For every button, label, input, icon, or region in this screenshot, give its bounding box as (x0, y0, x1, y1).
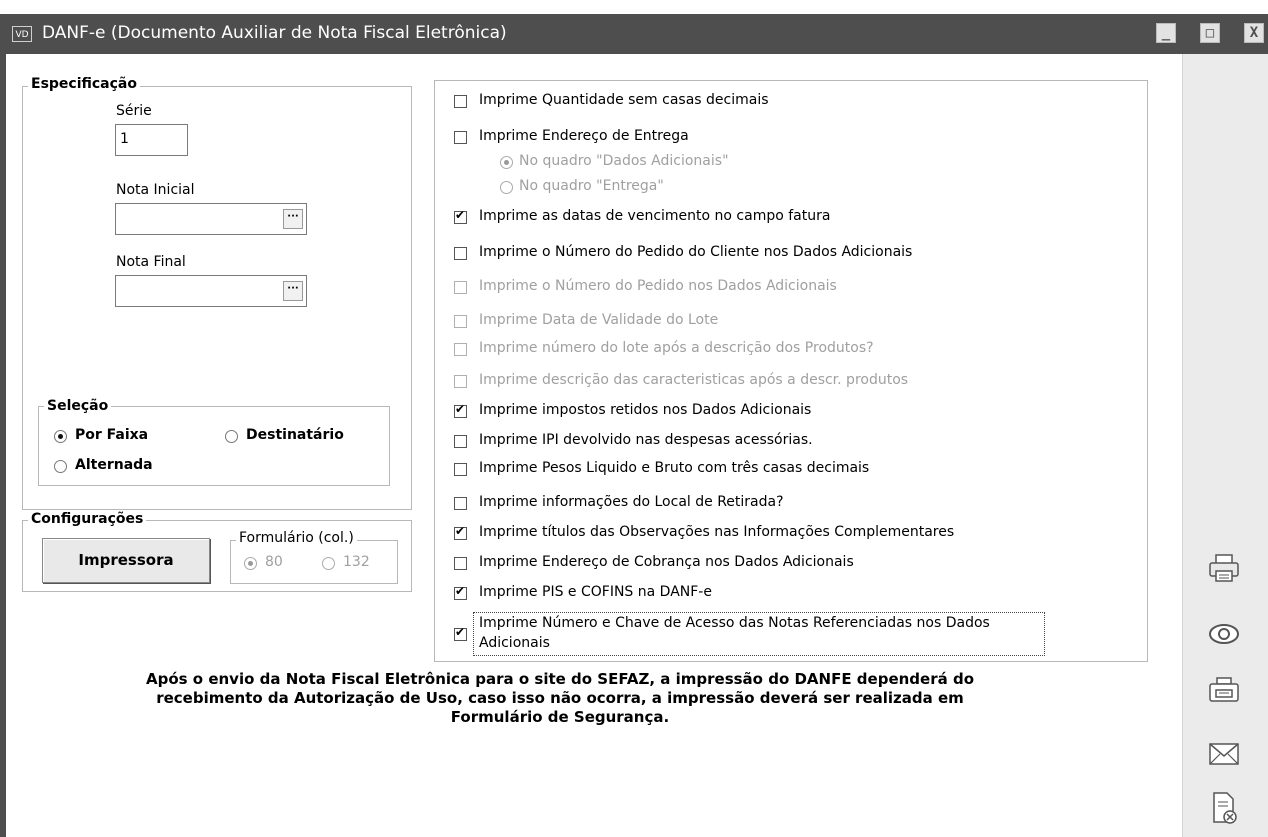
opt-pesos-label: Imprime Pesos Liquido e Bruto com três c… (479, 460, 870, 476)
nota-final-lookup-button[interactable]: ··· (283, 281, 303, 301)
close-button[interactable]: X (1244, 23, 1264, 43)
envelope-icon[interactable] (1204, 736, 1244, 772)
eye-icon[interactable] (1204, 616, 1244, 652)
destinatario-radio[interactable] (225, 430, 238, 443)
opt-caracteristicas-checkbox[interactable] (454, 375, 467, 388)
impressora-button-label: Impressora (78, 551, 174, 569)
document-cancel-icon[interactable] (1204, 790, 1244, 826)
alternada-label: Alternada (75, 457, 153, 473)
printer-icon[interactable] (1204, 550, 1244, 586)
opt-notas-referenciadas-checkbox[interactable] (454, 625, 467, 641)
opt-validade-lote-checkbox[interactable] (454, 315, 467, 328)
opt-local-retirada-label: Imprime informações do Local de Retirada… (479, 494, 784, 510)
opt-ipi-devolvido-checkbox[interactable] (454, 435, 467, 448)
opt-pis-cofins-checkbox[interactable] (454, 584, 467, 600)
opt-caracteristicas-label: Imprime descrição das caracteristicas ap… (479, 372, 909, 388)
opt-endereco-entrega-checkbox[interactable] (454, 131, 467, 144)
serie-label: Série (116, 103, 152, 119)
opt-numero-pedido-checkbox[interactable] (454, 281, 467, 294)
opt-impostos-retidos-checkbox[interactable] (454, 402, 467, 418)
opt-impostos-retidos-label: Imprime impostos retidos nos Dados Adici… (479, 402, 812, 418)
opt-titulos-observacoes-checkbox[interactable] (454, 524, 467, 540)
sefaz-notice: Após o envio da Nota Fiscal Eletrônica p… (60, 670, 1060, 727)
entrega-quadro-radio[interactable] (500, 181, 513, 194)
window-left-border (0, 54, 6, 837)
opt-datas-vencimento-label: Imprime as datas de vencimento no campo … (479, 208, 831, 224)
notice-line-2: recebimento da Autorização de Uso, caso … (156, 689, 964, 707)
impressora-button[interactable]: Impressora (42, 538, 210, 583)
col-80-radio[interactable] (244, 557, 257, 570)
opt-notas-referenciadas-label-line2: Adicionais (479, 635, 550, 651)
minimize-button[interactable]: _ (1156, 23, 1176, 43)
opt-numero-lote-label: Imprime número do lote após a descrição … (479, 340, 874, 356)
por-faixa-radio[interactable] (54, 430, 67, 443)
col-132-label: 132 (343, 554, 370, 570)
especificacao-legend: Especificação (28, 76, 140, 92)
opt-pedido-cliente-checkbox[interactable] (454, 247, 467, 260)
nota-final-input[interactable]: ··· (115, 275, 307, 307)
alternada-radio[interactable] (54, 460, 67, 473)
selecao-group (38, 406, 390, 486)
nota-final-label: Nota Final (116, 254, 186, 270)
formulario-legend: Formulário (col.) (236, 530, 357, 546)
opt-notas-referenciadas-label-line1: Imprime Número e Chave de Acesso das Not… (479, 615, 990, 631)
opt-endereco-cobranca-label: Imprime Endereço de Cobrança nos Dados A… (479, 554, 854, 570)
opt-ipi-devolvido-label: Imprime IPI devolvido nas despesas acess… (479, 432, 813, 448)
entrega-quadro-label: No quadro "Entrega" (519, 178, 664, 194)
entrega-dados-adicionais-label: No quadro "Dados Adicionais" (519, 153, 729, 169)
opt-numero-pedido-label: Imprime o Número do Pedido nos Dados Adi… (479, 278, 837, 294)
opt-quantidade-label: Imprime Quantidade sem casas decimais (479, 92, 769, 108)
opt-quantidade-checkbox[interactable] (454, 95, 467, 108)
nota-inicial-input[interactable]: ··· (115, 203, 307, 235)
opt-pis-cofins-label: Imprime PIS e COFINS na DANF-e (479, 584, 712, 600)
notice-line-3: Formulário de Segurança. (450, 708, 670, 726)
configuracoes-legend: Configurações (28, 511, 147, 527)
opt-numero-lote-checkbox[interactable] (454, 343, 467, 356)
selecao-legend: Seleção (44, 398, 112, 414)
opt-validade-lote-label: Imprime Data de Validade do Lote (479, 312, 719, 328)
serie-input[interactable]: 1 (115, 124, 188, 156)
opt-endereco-cobranca-checkbox[interactable] (454, 557, 467, 570)
action-sidebar (1182, 54, 1268, 837)
printer-tray-icon[interactable] (1204, 672, 1244, 708)
col-80-label: 80 (265, 554, 283, 570)
opt-titulos-observacoes-label: Imprime títulos das Observações nas Info… (479, 524, 955, 540)
col-132-radio[interactable] (322, 557, 335, 570)
por-faixa-label: Por Faixa (75, 427, 149, 443)
opt-pesos-checkbox[interactable] (454, 463, 467, 476)
opt-datas-vencimento-checkbox[interactable] (454, 208, 467, 224)
nota-inicial-lookup-button[interactable]: ··· (283, 209, 303, 229)
notice-line-1: Após o envio da Nota Fiscal Eletrônica p… (146, 670, 974, 688)
opt-pedido-cliente-label: Imprime o Número do Pedido do Cliente no… (479, 244, 913, 260)
entrega-dados-adicionais-radio[interactable] (500, 156, 513, 169)
destinatario-label: Destinatário (246, 427, 344, 443)
app-icon: VD (12, 26, 32, 42)
maximize-button[interactable]: □ (1200, 23, 1220, 43)
title-bar: VD DANF-e (Documento Auxiliar de Nota Fi… (0, 14, 1268, 54)
window-title: DANF-e (Documento Auxiliar de Nota Fisca… (42, 23, 507, 43)
opt-local-retirada-checkbox[interactable] (454, 497, 467, 510)
opt-endereco-entrega-label: Imprime Endereço de Entrega (479, 128, 689, 144)
nota-inicial-label: Nota Inicial (116, 182, 195, 198)
